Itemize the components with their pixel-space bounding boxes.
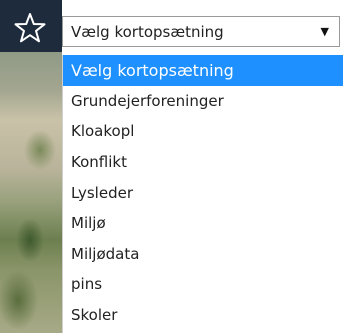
map-setup-select-value: Vælg kortopsætning	[71, 22, 224, 41]
option-grundejerforeninger[interactable]: Grundejerforeninger	[63, 86, 343, 117]
option-vaelg-kortopsaetning[interactable]: Vælg kortopsætning	[63, 55, 343, 86]
dropdown-arrow-icon[interactable]: ▼	[321, 25, 329, 38]
map-setup-options-list: Vælg kortopsætning Grundejerforeninger K…	[62, 55, 343, 333]
favorite-star-button[interactable]	[14, 12, 46, 44]
option-pins[interactable]: pins	[63, 269, 343, 300]
option-miljodata[interactable]: Miljødata	[63, 239, 343, 270]
option-skoler[interactable]: Skoler	[63, 300, 343, 331]
option-konflikt[interactable]: Konflikt	[63, 147, 343, 178]
option-miljo[interactable]: Miljø	[63, 208, 343, 239]
map-setup-panel: Vælg kortopsætning ▼ Vælg kortopsætning …	[0, 0, 343, 333]
option-lysleder[interactable]: Lysleder	[63, 177, 343, 208]
option-kloakopl[interactable]: Kloakopl	[63, 116, 343, 147]
map-setup-select[interactable]: Vælg kortopsætning ▼	[62, 16, 340, 47]
star-outline-icon	[14, 13, 46, 43]
